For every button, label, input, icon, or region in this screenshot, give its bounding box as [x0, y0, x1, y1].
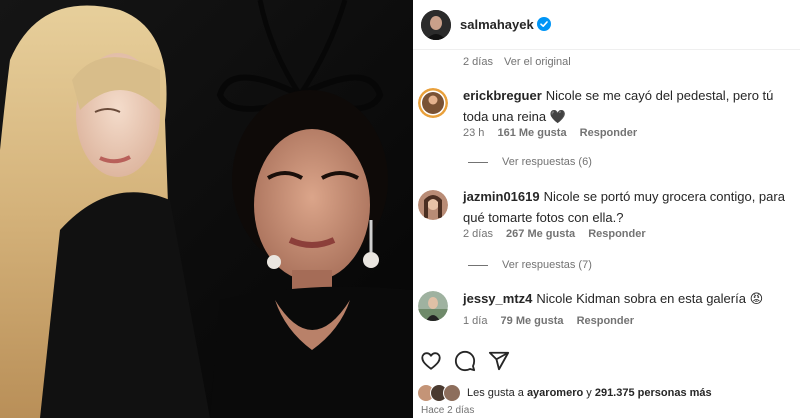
comment-meta: 1 día 79 Me gusta Responder: [463, 315, 634, 327]
post-author-avatar[interactable]: [421, 10, 451, 40]
comments-panel: salmahayek 2 días Ver el original erickb…: [413, 0, 800, 418]
likes-count[interactable]: 291.375 personas más: [595, 387, 712, 399]
comment-likes[interactable]: 161 Me gusta: [497, 127, 566, 139]
view-replies-button[interactable]: Ver respuestas (7): [468, 259, 592, 271]
view-replies-label: Ver respuestas (7): [502, 259, 592, 271]
action-bar: [413, 350, 800, 372]
liker-avatars[interactable]: [417, 384, 463, 402]
view-replies-label: Ver respuestas (6): [502, 156, 592, 168]
comment-meta: 2 días 267 Me gusta Responder: [463, 228, 646, 240]
comment-avatar[interactable]: [418, 190, 448, 220]
avatar-image: [421, 10, 451, 40]
post-photo[interactable]: [0, 0, 413, 418]
divider-line: [468, 161, 488, 163]
comment-likes[interactable]: 79 Me gusta: [501, 315, 564, 327]
comment-text: Nicole Kidman sobra en esta galería 😡: [536, 291, 764, 306]
view-replies-button[interactable]: Ver respuestas (6): [468, 156, 592, 168]
share-icon[interactable]: [488, 350, 510, 377]
reply-button[interactable]: Responder: [588, 228, 645, 240]
post-image: [0, 0, 413, 418]
comment-username[interactable]: jazmin01619: [463, 189, 540, 204]
post-author-username[interactable]: salmahayek: [460, 17, 534, 32]
post-header: salmahayek: [413, 0, 800, 50]
post-timestamp: Hace 2 días: [421, 405, 475, 416]
comment-username[interactable]: jessy_mtz4: [463, 291, 532, 306]
comment-icon[interactable]: [454, 350, 476, 377]
likes-connector: y: [586, 387, 592, 399]
likes-summary: Les gusta a ayaromero y 291.375 personas…: [417, 383, 712, 403]
comment-avatar[interactable]: [418, 291, 448, 321]
likes-text[interactable]: Les gusta a ayaromero y 291.375 personas…: [467, 387, 712, 399]
post-meta: 2 días Ver el original: [463, 56, 571, 68]
likes-prefix: Les gusta a: [467, 387, 524, 399]
liker-username[interactable]: ayaromero: [527, 387, 583, 399]
comment-meta: 23 h 161 Me gusta Responder: [463, 127, 637, 139]
comment-username[interactable]: erickbreguer: [463, 88, 542, 103]
post-time: 2 días: [463, 56, 493, 68]
comment-time: 1 día: [463, 315, 488, 327]
liker-avatar: [443, 384, 461, 402]
comment-avatar[interactable]: [418, 88, 448, 118]
divider-line: [468, 264, 488, 266]
reply-button[interactable]: Responder: [577, 315, 634, 327]
comment-time: 23 h: [463, 127, 485, 139]
verified-badge-icon: [537, 17, 551, 31]
reply-button[interactable]: Responder: [580, 127, 637, 139]
see-original-link[interactable]: Ver el original: [504, 56, 571, 68]
heart-icon[interactable]: [420, 350, 442, 377]
comment-likes[interactable]: 267 Me gusta: [506, 228, 575, 240]
comment-time: 2 días: [463, 228, 493, 240]
